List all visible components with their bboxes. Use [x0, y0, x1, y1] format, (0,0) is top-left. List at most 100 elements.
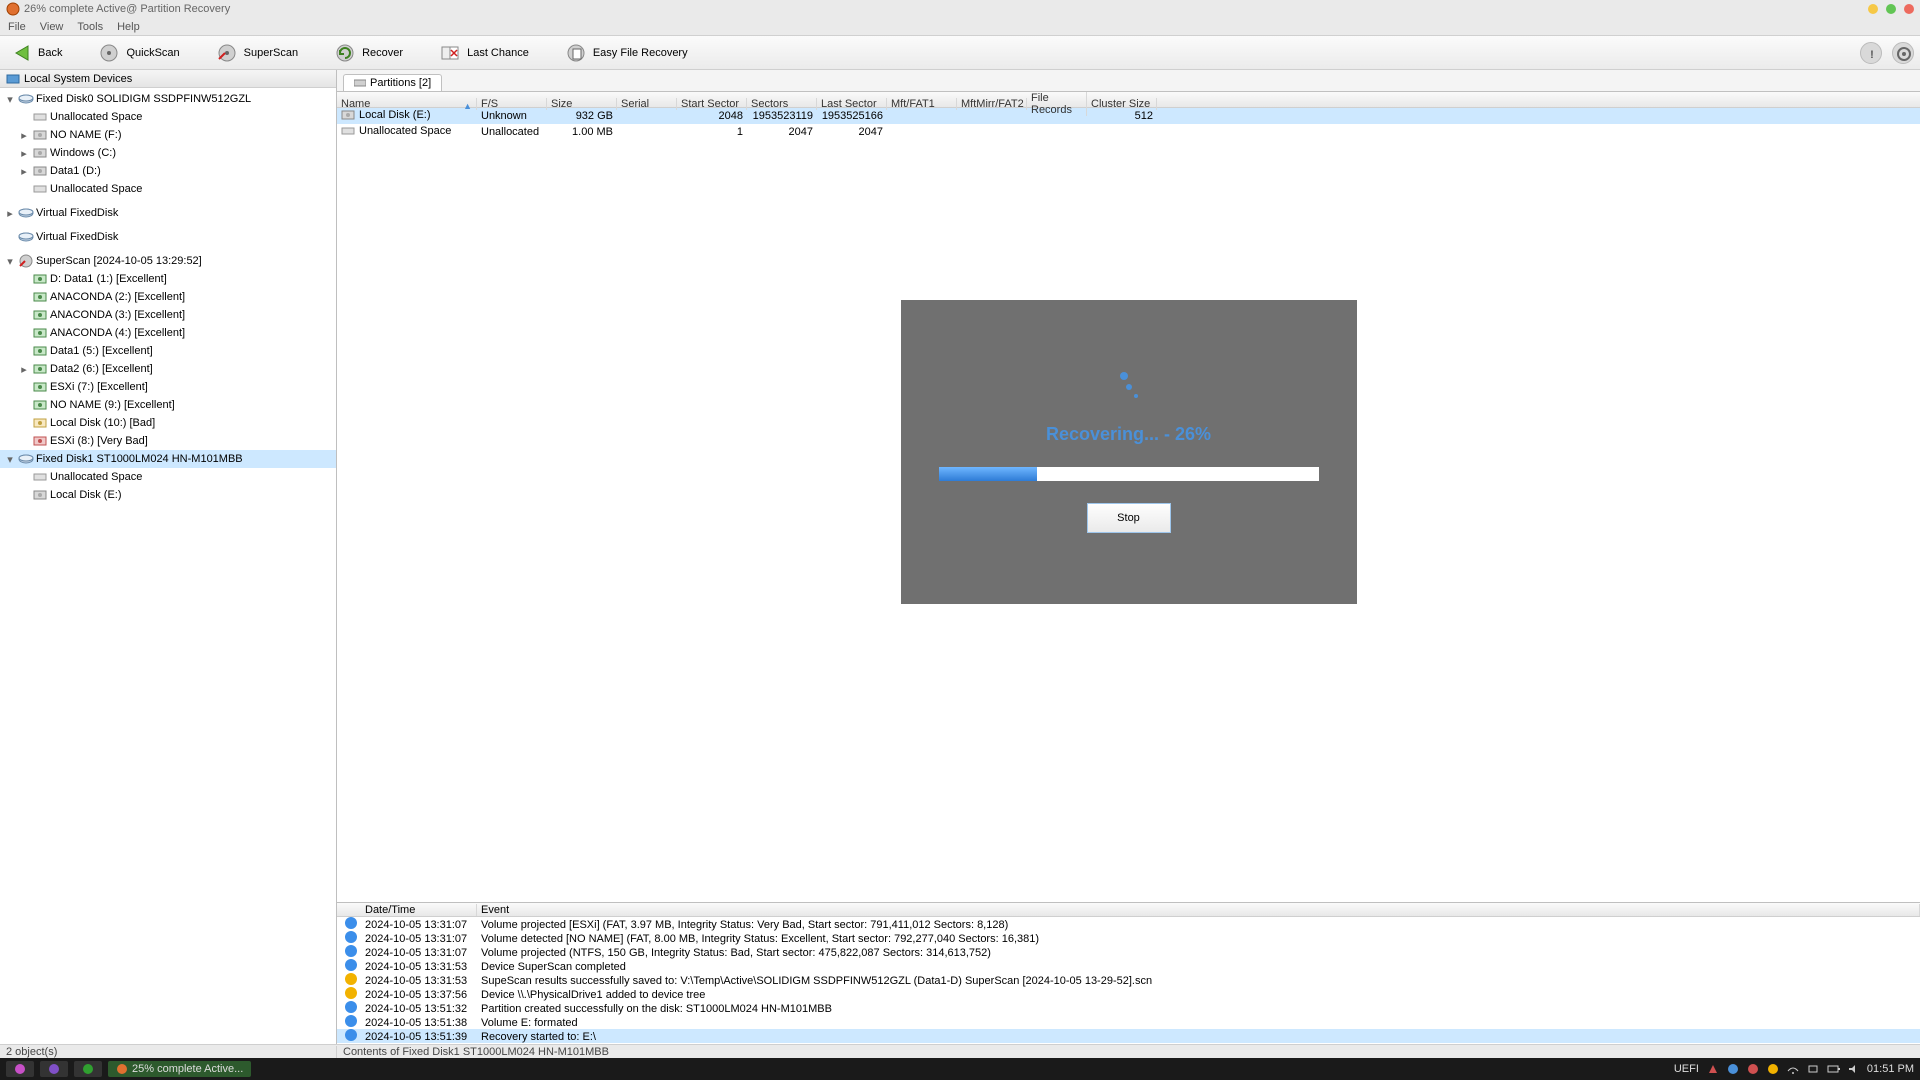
partition-grid-body[interactable]: Local Disk (E:)Unknown932 GB204819535231…: [337, 108, 1920, 140]
expand-toggle[interactable]: ▸: [4, 207, 16, 220]
expand-toggle[interactable]: ▾: [4, 93, 16, 106]
tree-item[interactable]: ESXi (7:) [Excellent]: [0, 378, 336, 396]
menu-file[interactable]: File: [8, 21, 26, 33]
taskbar-app-2[interactable]: [40, 1061, 68, 1077]
tray-icon[interactable]: [1707, 1063, 1719, 1075]
log-row[interactable]: 2024-10-05 13:31:53Device SuperScan comp…: [337, 959, 1920, 973]
tree-item[interactable]: ▸Virtual FixedDisk: [0, 204, 336, 222]
tree-item[interactable]: ▾ Fixed Disk0 SOLIDIGM SSDPFINW512GZL: [0, 90, 336, 108]
tree-item[interactable]: ▸Data1 (D:): [0, 162, 336, 180]
log-row[interactable]: 2024-10-05 13:31:07Volume projected [ESX…: [337, 917, 1920, 931]
tree-item[interactable]: ▸Data2 (6:) [Excellent]: [0, 360, 336, 378]
os-taskbar[interactable]: 25% complete Active... UEFI 01:51 PM: [0, 1058, 1920, 1080]
tree-item[interactable]: ▸NO NAME (F:): [0, 126, 336, 144]
expand-toggle[interactable]: ▸: [18, 129, 30, 142]
tree-item-label: Fixed Disk0 SOLIDIGM SSDPFINW512GZL: [36, 93, 251, 105]
tree-item[interactable]: ▾SuperScan [2024-10-05 13:29:52]: [0, 252, 336, 270]
partition-row[interactable]: Unallocated SpaceUnallocated1.00 MB12047…: [337, 124, 1920, 140]
column-header[interactable]: Serial: [617, 98, 677, 110]
clock[interactable]: 01:51 PM: [1867, 1063, 1914, 1075]
menu-tools[interactable]: Tools: [77, 21, 103, 33]
tree-item[interactable]: ▸Windows (C:): [0, 144, 336, 162]
volume-icon[interactable]: [1847, 1063, 1859, 1075]
tree-item[interactable]: Unallocated Space: [0, 180, 336, 198]
column-header[interactable]: Last Sector: [817, 98, 887, 110]
tree-item[interactable]: ANACONDA (4:) [Excellent]: [0, 324, 336, 342]
expand-toggle[interactable]: ▸: [18, 147, 30, 160]
tab-strip: Partitions [2]: [337, 70, 1920, 92]
tree-item[interactable]: ANACONDA (3:) [Excellent]: [0, 306, 336, 324]
tray-icon[interactable]: [1747, 1063, 1759, 1075]
taskbar-app-3[interactable]: [74, 1061, 102, 1077]
column-header[interactable]: Mft/FAT1: [887, 98, 957, 110]
partition-row[interactable]: Local Disk (E:)Unknown932 GB204819535231…: [337, 108, 1920, 124]
tree-item[interactable]: Local Disk (E:): [0, 486, 336, 504]
column-header[interactable]: Cluster Size: [1087, 98, 1157, 110]
stop-button[interactable]: Stop: [1087, 503, 1171, 533]
log-row[interactable]: 2024-10-05 13:37:56Device \\.\PhysicalDr…: [337, 987, 1920, 1001]
tree-item[interactable]: Unallocated Space: [0, 108, 336, 126]
column-header[interactable]: MftMirr/FAT2: [957, 98, 1027, 110]
easyfile-button[interactable]: Easy File Recovery: [561, 40, 692, 66]
menu-view[interactable]: View: [40, 21, 64, 33]
help-button[interactable]: !: [1860, 42, 1882, 64]
recover-button[interactable]: Recover: [330, 40, 407, 66]
log-pane: Date/TimeEvent 2024-10-05 13:31:07Volume…: [337, 902, 1920, 1044]
superscan-button[interactable]: SuperScan: [212, 40, 302, 66]
tray-icon[interactable]: [1727, 1063, 1739, 1075]
log-column-header[interactable]: Date/Time: [361, 904, 477, 916]
quickscan-button[interactable]: QuickScan: [94, 40, 183, 66]
taskbar-active-app[interactable]: 25% complete Active...: [108, 1061, 251, 1077]
log-row[interactable]: 2024-10-05 13:31:07Volume projected (NTF…: [337, 945, 1920, 959]
tree-item[interactable]: Unallocated Space: [0, 468, 336, 486]
device-tree-header: Local System Devices: [0, 70, 336, 88]
back-button[interactable]: Back: [6, 40, 66, 66]
close-button[interactable]: [1904, 4, 1914, 14]
battery-icon[interactable]: [1827, 1063, 1839, 1075]
tree-item[interactable]: NO NAME (9:) [Excellent]: [0, 396, 336, 414]
tree-item[interactable]: ESXi (8:) [Very Bad]: [0, 432, 336, 450]
system-tray[interactable]: UEFI 01:51 PM: [1674, 1063, 1914, 1075]
log-warn-icon: [345, 987, 357, 999]
log-body[interactable]: 2024-10-05 13:31:07Volume projected [ESX…: [337, 917, 1920, 1043]
log-row[interactable]: 2024-10-05 13:31:53SupeScan results succ…: [337, 973, 1920, 987]
settings-button[interactable]: [1892, 42, 1914, 64]
menu-help[interactable]: Help: [117, 21, 140, 33]
column-header[interactable]: Sectors: [747, 98, 817, 110]
column-header[interactable]: File Records: [1027, 92, 1087, 116]
tray-icon[interactable]: [1767, 1063, 1779, 1075]
tree-item[interactable]: ▾Fixed Disk1 ST1000LM024 HN-M101MBB: [0, 450, 336, 468]
log-header[interactable]: Date/TimeEvent: [337, 903, 1920, 917]
expand-toggle[interactable]: ▸: [18, 165, 30, 178]
log-row[interactable]: 2024-10-05 13:51:39Recovery started to: …: [337, 1029, 1920, 1043]
expand-toggle[interactable]: ▾: [4, 255, 16, 268]
tree-item[interactable]: Local Disk (10:) [Bad]: [0, 414, 336, 432]
tree-item[interactable]: Virtual FixedDisk: [0, 228, 336, 246]
column-header[interactable]: Name▲: [337, 98, 477, 110]
expand-toggle[interactable]: ▸: [18, 363, 30, 376]
tree-item[interactable]: ANACONDA (2:) [Excellent]: [0, 288, 336, 306]
column-header[interactable]: Size: [547, 98, 617, 110]
disk-icon: [18, 229, 34, 245]
log-column-header[interactable]: Event: [477, 904, 1920, 916]
column-header[interactable]: Start Sector: [677, 98, 747, 110]
tree-item[interactable]: Data1 (5:) [Excellent]: [0, 342, 336, 360]
lastchance-button[interactable]: Last Chance: [435, 40, 533, 66]
network-icon[interactable]: [1807, 1063, 1819, 1075]
log-row[interactable]: 2024-10-05 13:51:38Volume E: formated: [337, 1015, 1920, 1029]
log-info-icon: [345, 931, 357, 943]
device-tree[interactable]: ▾ Fixed Disk0 SOLIDIGM SSDPFINW512GZL Unal…: [0, 88, 336, 1044]
partition-grid-header[interactable]: Name▲F/SSizeSerialStart SectorSectorsLas…: [337, 92, 1920, 108]
tab-partitions[interactable]: Partitions [2]: [343, 74, 442, 91]
wifi-icon[interactable]: [1787, 1063, 1799, 1075]
progress-bar-track: [939, 467, 1319, 481]
log-row[interactable]: 2024-10-05 13:51:32Partition created suc…: [337, 1001, 1920, 1015]
maximize-button[interactable]: [1886, 4, 1896, 14]
tree-item[interactable]: D: Data1 (1:) [Excellent]: [0, 270, 336, 288]
expand-toggle[interactable]: ▾: [4, 453, 16, 466]
taskbar-app-1[interactable]: [6, 1061, 34, 1077]
tree-item-label: ANACONDA (4:) [Excellent]: [50, 327, 185, 339]
log-row[interactable]: 2024-10-05 13:31:07Volume detected [NO N…: [337, 931, 1920, 945]
column-header[interactable]: F/S: [477, 98, 547, 110]
minimize-button[interactable]: [1868, 4, 1878, 14]
